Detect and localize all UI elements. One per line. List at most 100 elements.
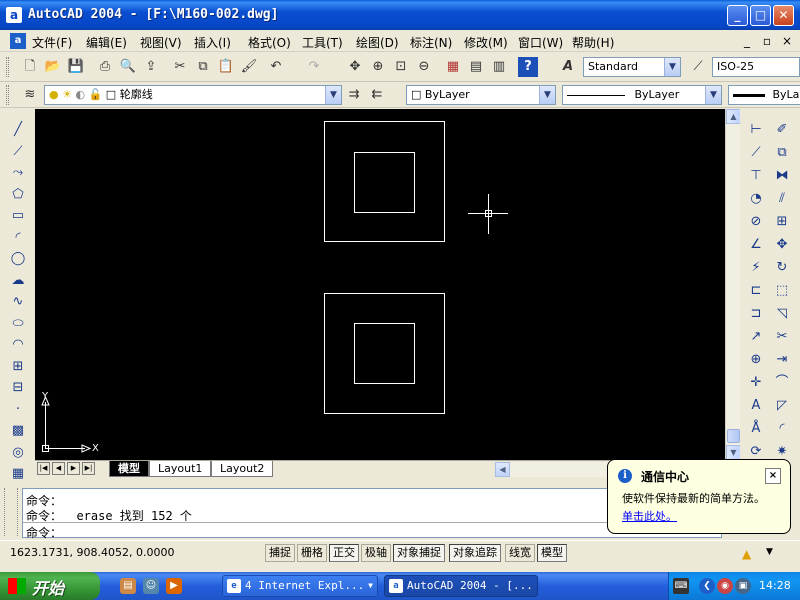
vertical-scrollbar[interactable]: ▲ ▼ bbox=[725, 109, 741, 460]
tray-arrow-icon[interactable]: ❮ bbox=[699, 578, 715, 594]
construction-line-icon[interactable]: ⟋ bbox=[8, 142, 28, 162]
keyboard-icon[interactable]: ⌨ bbox=[673, 578, 689, 594]
dim-text-edit-icon[interactable]: Å bbox=[746, 419, 766, 439]
snap-toggle[interactable]: 捕捉 bbox=[265, 544, 295, 562]
zoom-realtime-icon[interactable]: ⊕ bbox=[368, 57, 388, 77]
ordinate-dim-icon[interactable]: ⊤ bbox=[746, 166, 766, 186]
status-menu-icon[interactable]: ▼ bbox=[766, 547, 773, 557]
leader-icon[interactable]: ↗ bbox=[746, 327, 766, 347]
tab-first-button[interactable]: |◀ bbox=[37, 462, 50, 475]
tab-model[interactable]: 模型 bbox=[109, 461, 149, 477]
lineweight-toggle[interactable]: 线宽 bbox=[505, 544, 535, 562]
vertical-scroll-thumb[interactable] bbox=[727, 429, 740, 443]
dim-style-select[interactable]: ISO-25 bbox=[712, 57, 800, 77]
minimize-button[interactable]: _ bbox=[727, 5, 748, 26]
outer-square-top[interactable] bbox=[324, 121, 445, 242]
save-icon[interactable]: 💾 bbox=[66, 57, 86, 77]
ortho-toggle[interactable]: 正交 bbox=[329, 544, 359, 562]
inner-square-bottom[interactable] bbox=[354, 323, 415, 384]
polyline-icon[interactable]: ⤳ bbox=[8, 163, 28, 183]
dim-edit-icon[interactable]: A bbox=[746, 396, 766, 416]
lineweight-select[interactable]: ByLay bbox=[728, 85, 800, 105]
tab-prev-button[interactable]: ◀ bbox=[52, 462, 65, 475]
title-bar[interactable]: a AutoCAD 2004 - [F:\M160-002.dwg] _ □ ✕ bbox=[0, 0, 800, 30]
balloon-close-button[interactable]: × bbox=[765, 468, 781, 484]
undo-icon[interactable]: ↶ bbox=[266, 57, 286, 77]
tab-last-button[interactable]: ▶| bbox=[82, 462, 95, 475]
tab-layout1[interactable]: Layout1 bbox=[149, 461, 212, 477]
warning-icon[interactable]: ▲ bbox=[742, 547, 751, 561]
layer-previous-icon[interactable]: ⇇ bbox=[367, 85, 387, 105]
ellipse-icon[interactable]: ⬭ bbox=[8, 314, 28, 334]
properties-icon[interactable]: ▦ bbox=[443, 57, 463, 77]
doc-restore-button[interactable]: ▫ bbox=[760, 34, 774, 48]
menu-modify[interactable]: 修改(M) bbox=[464, 34, 508, 51]
fillet-icon[interactable]: ◜ bbox=[772, 419, 792, 439]
paste-icon[interactable]: 📋 bbox=[216, 57, 236, 77]
new-file-icon[interactable]: 🗋 bbox=[20, 57, 40, 77]
plot-preview-icon[interactable]: 🔍 bbox=[118, 57, 138, 77]
tab-layout2[interactable]: Layout2 bbox=[211, 461, 274, 477]
erase-icon[interactable]: ✐ bbox=[772, 120, 792, 140]
command-window-grip[interactable] bbox=[4, 488, 18, 536]
zoom-previous-icon[interactable]: ⊖ bbox=[414, 57, 434, 77]
line-icon[interactable]: ╱ bbox=[8, 120, 28, 140]
scroll-up-icon[interactable]: ▲ bbox=[726, 109, 741, 124]
command-prompt[interactable]: 命令： bbox=[26, 524, 62, 541]
quicklaunch-show-desktop-icon[interactable]: ▤ bbox=[120, 578, 136, 594]
arc-icon[interactable]: ◜ bbox=[8, 228, 28, 248]
text-style-icon[interactable]: A bbox=[558, 57, 578, 77]
angular-dim-icon[interactable]: ∠ bbox=[746, 235, 766, 255]
menu-file[interactable]: 文件(F) bbox=[32, 34, 72, 51]
polygon-icon[interactable]: ⬠ bbox=[8, 185, 28, 205]
polar-toggle[interactable]: 极轴 bbox=[361, 544, 391, 562]
document-icon[interactable]: a bbox=[10, 33, 26, 49]
task-autocad[interactable]: a AutoCAD 2004 - [... bbox=[384, 575, 538, 597]
chevron-down-icon[interactable]: ▼ bbox=[539, 86, 555, 104]
outer-square-bottom[interactable] bbox=[324, 293, 445, 414]
coordinate-readout[interactable]: 1623.1731, 908.4052, 0.0000 bbox=[10, 546, 174, 559]
center-mark-icon[interactable]: ✛ bbox=[746, 373, 766, 393]
dim-style-icon[interactable]: ⟋ bbox=[688, 57, 708, 77]
hatch-icon[interactable]: ▩ bbox=[8, 421, 28, 441]
copy-object-icon[interactable]: ⧉ bbox=[772, 143, 792, 163]
mirror-icon[interactable]: ⧓ bbox=[772, 166, 792, 186]
grid-toggle[interactable]: 栅格 bbox=[297, 544, 327, 562]
rectangle-icon[interactable]: ▭ bbox=[8, 206, 28, 226]
chevron-down-icon[interactable]: ▼ bbox=[705, 86, 721, 104]
radius-dim-icon[interactable]: ◔ bbox=[746, 189, 766, 209]
menu-view[interactable]: 视图(V) bbox=[140, 34, 182, 51]
maximize-button[interactable]: □ bbox=[750, 5, 771, 26]
text-style-select[interactable]: Standard ▼ bbox=[583, 57, 681, 77]
break-icon[interactable]: ⌒ bbox=[772, 373, 792, 393]
tolerance-icon[interactable]: ⊕ bbox=[746, 350, 766, 370]
menu-edit[interactable]: 编辑(E) bbox=[86, 34, 127, 51]
zoom-window-icon[interactable]: ⊡ bbox=[391, 57, 411, 77]
menu-format[interactable]: 格式(O) bbox=[248, 34, 291, 51]
menu-window[interactable]: 窗口(W) bbox=[518, 34, 563, 51]
diameter-dim-icon[interactable]: ⊘ bbox=[746, 212, 766, 232]
linetype-select[interactable]: ByLayer ▼ bbox=[562, 85, 722, 105]
network-icon[interactable]: ▣ bbox=[735, 578, 751, 594]
model-toggle[interactable]: 模型 bbox=[537, 544, 567, 562]
menu-insert[interactable]: 插入(I) bbox=[194, 34, 231, 51]
drawing-canvas[interactable]: Y X bbox=[35, 109, 725, 460]
open-file-icon[interactable]: 📂 bbox=[43, 57, 63, 77]
inner-square-top[interactable] bbox=[354, 152, 415, 213]
color-select[interactable]: □ ByLayer ▼ bbox=[406, 85, 556, 105]
tool-palettes-icon[interactable]: ▥ bbox=[489, 57, 509, 77]
circle-icon[interactable]: ◯ bbox=[8, 249, 28, 269]
linear-dim-icon[interactable]: ⊢ bbox=[746, 120, 766, 140]
offset-icon[interactable]: ⫽ bbox=[772, 189, 792, 209]
design-center-icon[interactable]: ▤ bbox=[466, 57, 486, 77]
point-icon[interactable]: · bbox=[8, 400, 28, 420]
doc-minimize-button[interactable]: _ bbox=[740, 34, 754, 48]
menu-tools[interactable]: 工具(T) bbox=[302, 34, 343, 51]
baseline-dim-icon[interactable]: ⊏ bbox=[746, 281, 766, 301]
balloon-link[interactable]: 单击此处。 bbox=[622, 508, 677, 524]
make-layer-current-icon[interactable]: ⇉ bbox=[344, 85, 364, 105]
array-icon[interactable]: ⊞ bbox=[772, 212, 792, 232]
copy-icon[interactable]: ⧉ bbox=[193, 57, 213, 77]
chevron-down-icon[interactable]: ▼ bbox=[325, 86, 341, 104]
match-properties-icon[interactable]: 🖌 bbox=[239, 57, 259, 77]
